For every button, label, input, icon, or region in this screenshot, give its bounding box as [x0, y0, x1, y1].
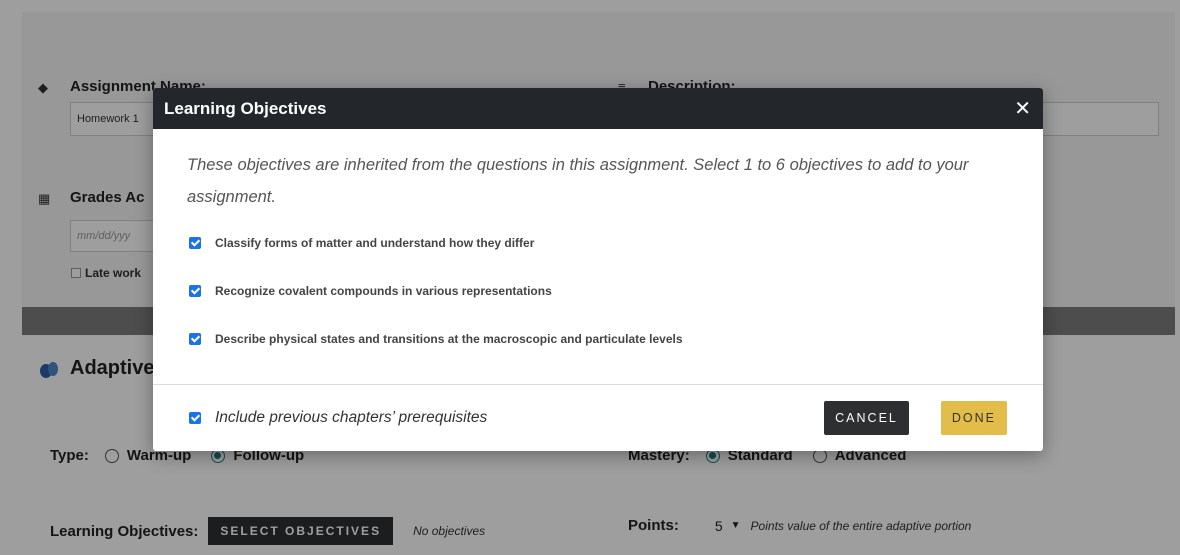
learning-objectives-modal: Learning Objectives ✕ These objectives a… [153, 88, 1043, 451]
modal-title: Learning Objectives [164, 98, 327, 118]
objective-item[interactable]: Describe physical states and transitions… [189, 331, 1007, 347]
objective-item[interactable]: Classify forms of matter and understand … [189, 235, 1007, 251]
modal-actions: CANCEL DONE [824, 401, 1007, 435]
include-prerequisites-label: Include previous chapters’ prerequisites [215, 409, 488, 426]
objective-label: Recognize covalent compounds in various … [215, 284, 552, 298]
objective-checkbox[interactable] [189, 237, 201, 249]
include-prerequisites-checkbox[interactable] [189, 412, 201, 424]
modal-header: Learning Objectives ✕ [153, 88, 1043, 129]
include-prerequisites-option[interactable]: Include previous chapters’ prerequisites [189, 409, 487, 427]
objective-checkbox[interactable] [189, 285, 201, 297]
close-icon[interactable]: ✕ [1014, 99, 1031, 119]
objectives-list: Classify forms of matter and understand … [153, 213, 1043, 347]
cancel-button[interactable]: CANCEL [824, 401, 909, 435]
modal-footer: Include previous chapters’ prerequisites… [153, 385, 1043, 451]
done-button[interactable]: DONE [940, 401, 1007, 435]
objective-item[interactable]: Recognize covalent compounds in various … [189, 283, 1007, 299]
objective-label: Describe physical states and transitions… [215, 332, 683, 346]
objective-label: Classify forms of matter and understand … [215, 236, 535, 250]
objective-checkbox[interactable] [189, 333, 201, 345]
modal-intro-text: These objectives are inherited from the … [187, 156, 969, 206]
